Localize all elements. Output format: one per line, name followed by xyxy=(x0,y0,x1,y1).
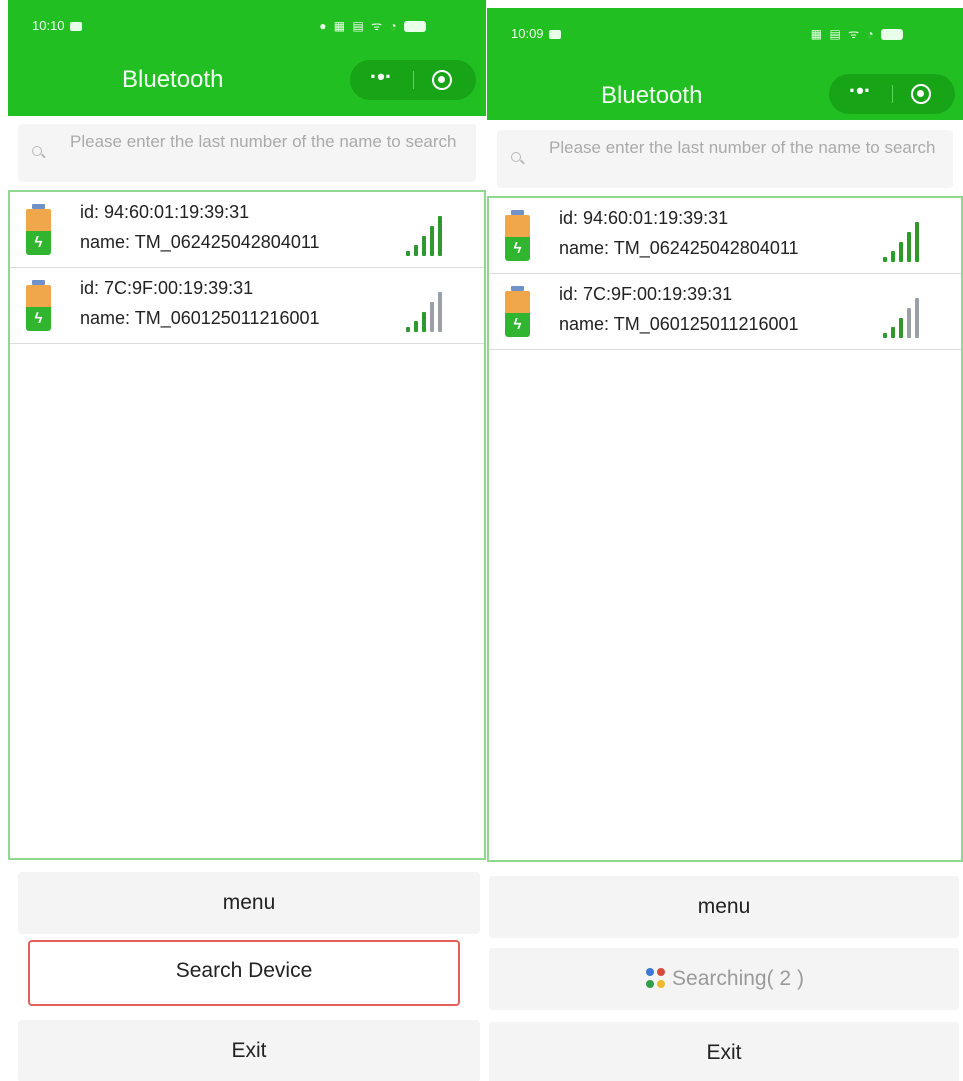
more-dots-icon[interactable]: ·•· xyxy=(350,60,412,100)
status-icons: ● ▦ ▤ ᯤ ◔ xyxy=(319,17,426,34)
signal-strength-icon xyxy=(883,296,931,338)
search-bar[interactable] xyxy=(18,124,476,182)
page-title: Bluetooth xyxy=(601,82,703,109)
device-item[interactable]: ϟ id: 94:60:01:19:39:31 name: TM_0624250… xyxy=(10,192,484,268)
menu-button[interactable]: menu xyxy=(489,876,959,938)
page-title: Bluetooth xyxy=(122,66,224,93)
loading-dots-icon xyxy=(644,966,668,992)
device-item[interactable]: ϟ id: 94:60:01:19:39:31 name: TM_0624250… xyxy=(489,198,961,274)
message-icon xyxy=(548,30,561,40)
searching-label: Searching( 2 ) xyxy=(672,967,804,990)
exit-button[interactable]: Exit xyxy=(18,1020,480,1081)
device-item[interactable]: ϟ id: 7C:9F:00:19:39:31 name: TM_0601250… xyxy=(10,268,484,344)
device-name: name: TM_062425042804011 xyxy=(80,232,320,252)
search-input[interactable] xyxy=(70,130,470,176)
battery-status-icon xyxy=(881,29,903,41)
mini-program-capsule: ·•· xyxy=(350,60,476,100)
device-id: id: 7C:9F:00:19:39:31 xyxy=(559,284,733,304)
signal-strength-icon xyxy=(883,220,931,262)
search-input[interactable] xyxy=(549,136,947,182)
battery-charging-icon: ϟ xyxy=(26,280,51,332)
device-name: name: TM_060125011216001 xyxy=(559,314,799,334)
message-icon xyxy=(69,22,82,32)
capsule-divider xyxy=(413,71,414,89)
status-icons: ▦ ▤ ᯤ ◔ xyxy=(811,25,903,42)
signal-strength-icon xyxy=(406,214,454,256)
search-icon xyxy=(511,152,521,162)
device-name: name: TM_060125011216001 xyxy=(80,308,320,328)
battery-status-icon xyxy=(404,21,426,33)
mini-program-capsule: ·•· xyxy=(829,74,955,114)
device-id: id: 94:60:01:19:39:31 xyxy=(559,208,729,228)
capsule-divider xyxy=(892,85,893,103)
device-id: id: 94:60:01:19:39:31 xyxy=(80,202,250,222)
menu-button[interactable]: menu xyxy=(18,872,480,934)
target-icon[interactable] xyxy=(911,84,931,104)
signal-strength-icon xyxy=(406,290,454,332)
battery-charging-icon: ϟ xyxy=(505,286,530,338)
status-time: 10:09 xyxy=(511,26,561,41)
battery-charging-icon: ϟ xyxy=(505,210,530,262)
device-list: ϟ id: 94:60:01:19:39:31 name: TM_0624250… xyxy=(8,190,486,860)
search-bar[interactable] xyxy=(497,130,953,188)
left-phone-screen: 10:10 ● ▦ ▤ ᯤ ◔ Bluetooth ·•· ϟ id: 94:6… xyxy=(8,0,486,1081)
search-icon xyxy=(32,146,42,156)
exit-button[interactable]: Exit xyxy=(489,1022,959,1081)
search-device-button[interactable]: Search Device xyxy=(28,940,460,1006)
device-name: name: TM_062425042804011 xyxy=(559,238,799,258)
target-icon[interactable] xyxy=(432,70,452,90)
app-header: 10:10 ● ▦ ▤ ᯤ ◔ Bluetooth ·•· xyxy=(8,0,486,116)
device-item[interactable]: ϟ id: 7C:9F:00:19:39:31 name: TM_0601250… xyxy=(489,274,961,350)
app-header: 10:09 ▦ ▤ ᯤ ◔ Bluetooth ·•· xyxy=(487,8,963,120)
more-dots-icon[interactable]: ·•· xyxy=(829,74,891,114)
battery-charging-icon: ϟ xyxy=(26,204,51,256)
status-time: 10:10 xyxy=(32,18,82,33)
device-list: ϟ id: 94:60:01:19:39:31 name: TM_0624250… xyxy=(487,196,963,862)
searching-status-button[interactable]: Searching( 2 ) xyxy=(489,948,959,1010)
device-id: id: 7C:9F:00:19:39:31 xyxy=(80,278,254,298)
right-phone-screen: 10:09 ▦ ▤ ᯤ ◔ Bluetooth ·•· ϟ id: 94:60:… xyxy=(487,8,963,1081)
